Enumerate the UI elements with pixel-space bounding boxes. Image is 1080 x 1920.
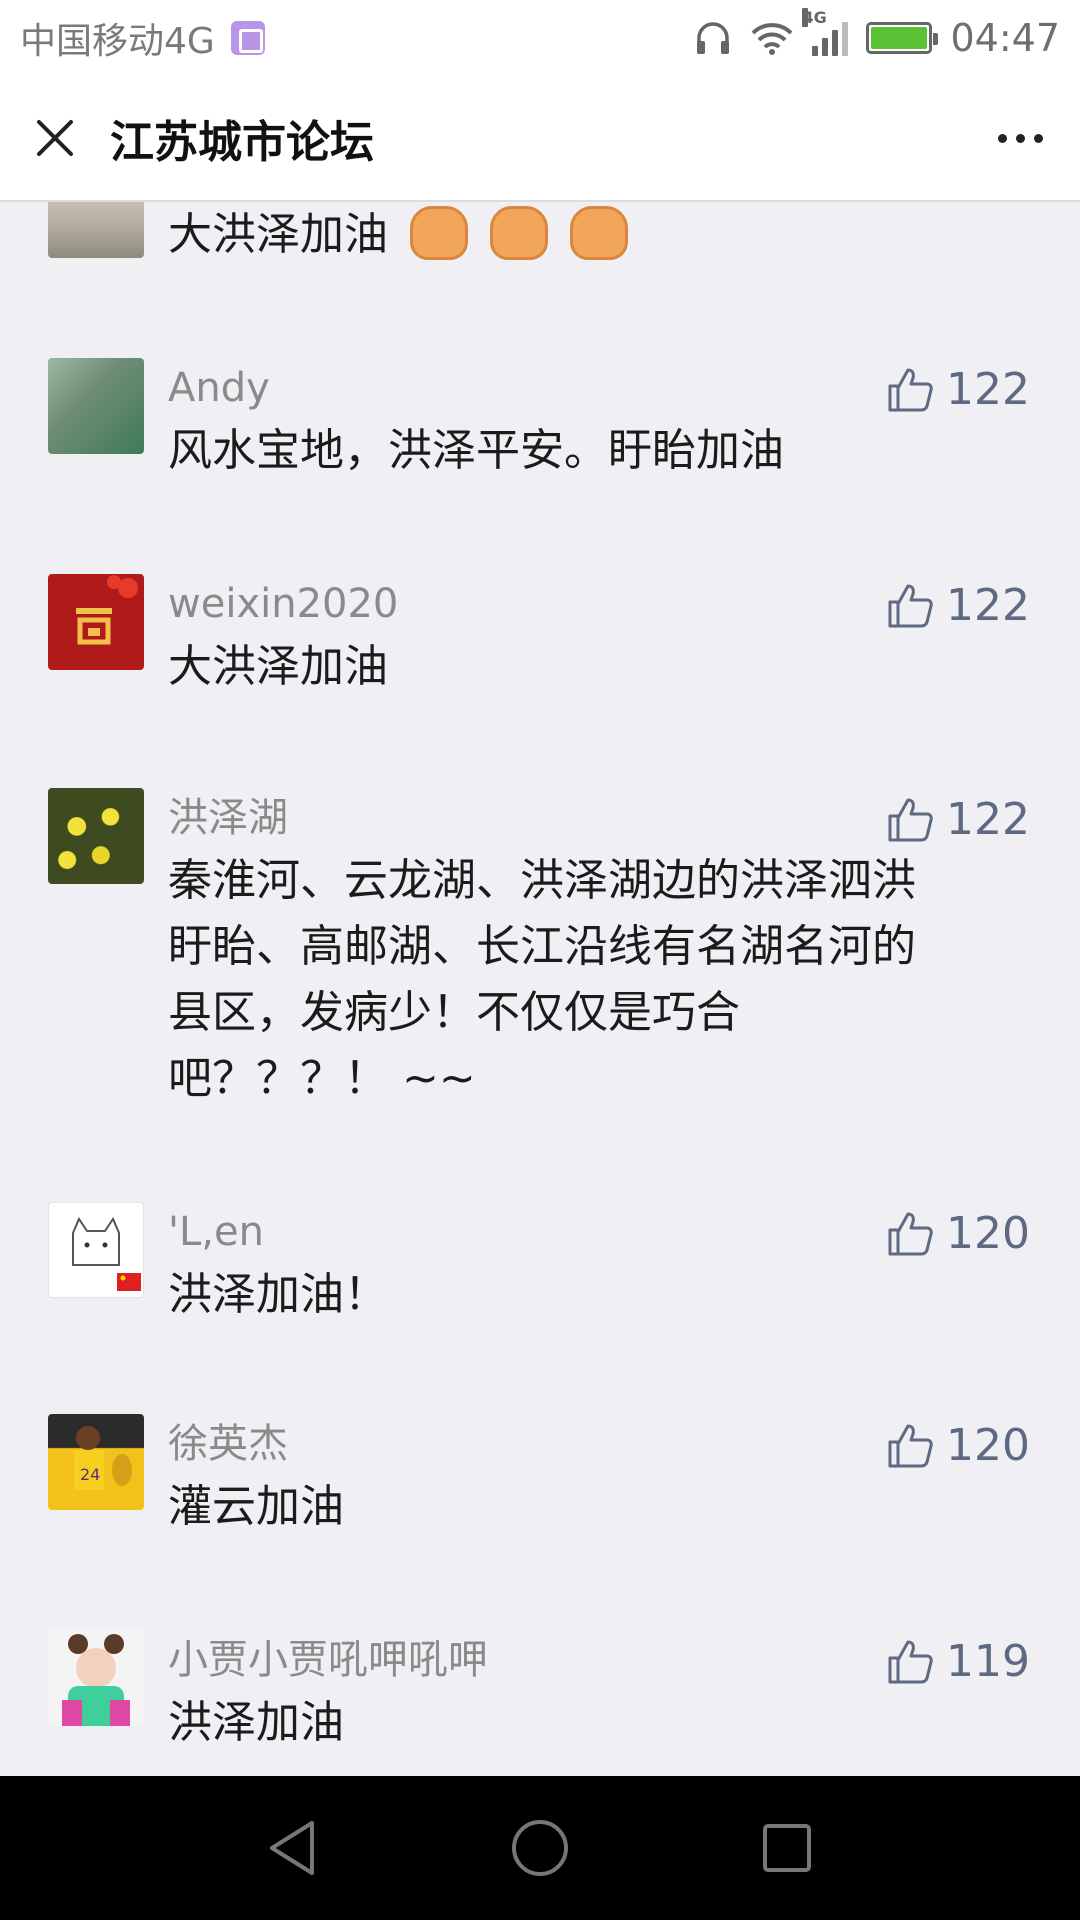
comment-text-line: 吧？？？！ ~~ <box>168 1053 476 1104</box>
like-count: 119 <box>946 1636 1030 1687</box>
more-dot-icon <box>1033 133 1043 143</box>
avatar[interactable] <box>48 1630 144 1726</box>
like-button[interactable]: 120 <box>886 1208 1030 1259</box>
signal-strength-icon: 4G <box>802 8 849 56</box>
home-circle-icon <box>511 1820 568 1876</box>
recents-button[interactable] <box>742 1803 832 1893</box>
comment-list[interactable]: 大洪泽加油 Andy 风水宝地，洪泽平安。盱眙加油 122 weixin2020… <box>0 202 1080 1776</box>
page-title: 江苏城市论坛 <box>110 117 374 168</box>
avatar[interactable] <box>48 358 144 454</box>
carrier-label: 中国移动4G <box>20 21 215 62</box>
close-icon <box>37 120 73 156</box>
comment-text-line: 盱眙、高邮湖、长江沿线有名湖名河的 <box>168 921 916 972</box>
like-count: 122 <box>946 364 1030 415</box>
thumbs-up-icon <box>888 584 933 627</box>
photo-notification-icon <box>230 21 265 55</box>
thumbs-up-icon <box>888 368 933 411</box>
comment-text-row: 大洪泽加油 <box>168 202 1028 268</box>
thumbs-up-icon <box>888 1424 933 1467</box>
more-options-button[interactable] <box>960 75 1080 201</box>
system-navigation-bar <box>0 1776 1080 1920</box>
back-button[interactable] <box>248 1803 338 1893</box>
like-count: 120 <box>946 1208 1030 1259</box>
more-dot-icon <box>997 133 1007 143</box>
avatar[interactable] <box>48 202 144 258</box>
thumbs-up-icon <box>888 798 933 841</box>
fist-emoji-icon <box>490 206 548 260</box>
headphones-icon <box>697 22 730 54</box>
like-button[interactable]: 122 <box>886 580 1030 631</box>
fist-emoji-icon <box>410 206 468 260</box>
comment-text: 大洪泽加油 <box>168 641 388 692</box>
network-type-badge: 4G <box>802 8 827 27</box>
thumbs-up-icon <box>888 1640 933 1683</box>
thumbs-up-icon <box>888 1212 933 1255</box>
avatar-image <box>76 575 138 645</box>
avatar-image <box>62 1634 130 1726</box>
app-header: 江苏城市论坛 <box>0 76 1080 202</box>
avatar[interactable]: 24 <box>48 1414 144 1510</box>
like-button[interactable]: 120 <box>886 1420 1030 1471</box>
comment-text: 秦淮河、云龙湖、洪泽湖边的洪泽泗洪 盱眙、高邮湖、长江沿线有名湖名河的 县区，发… <box>168 848 1028 1112</box>
comment-text-line: 秦淮河、云龙湖、洪泽湖边的洪泽泗洪 <box>168 855 916 906</box>
recents-square-icon <box>762 1824 811 1872</box>
fist-emoji-icon <box>570 206 628 260</box>
clock-time: 04:47 <box>950 16 1060 60</box>
battery-icon <box>866 22 939 54</box>
avatar[interactable] <box>48 574 144 670</box>
like-count: 122 <box>946 794 1030 845</box>
back-triangle-icon <box>270 1821 315 1875</box>
avatar-image <box>72 1216 141 1291</box>
comment-text-line: 县区，发病少！不仅仅是巧合 <box>168 987 740 1038</box>
comment-text: 灌云加油 <box>168 1481 344 1532</box>
more-dot-icon <box>1015 133 1025 143</box>
avatar-image: 24 <box>74 1426 132 1490</box>
like-button[interactable]: 122 <box>886 364 1030 415</box>
comment-text: 洪泽加油 <box>168 1697 344 1748</box>
home-button[interactable] <box>495 1803 585 1893</box>
comment-text: 洪泽加油！ <box>168 1269 388 1320</box>
status-bar: 中国移动4G 4G 04:47 <box>0 0 1080 76</box>
avatar[interactable] <box>48 1202 144 1298</box>
like-count: 120 <box>946 1420 1030 1471</box>
close-button[interactable] <box>0 75 110 201</box>
comment-text: 大洪泽加油 <box>168 209 388 260</box>
svg-text:24: 24 <box>80 1465 100 1484</box>
like-button[interactable]: 119 <box>886 1636 1030 1687</box>
avatar[interactable] <box>48 788 144 884</box>
wifi-icon <box>752 23 793 55</box>
like-count: 122 <box>946 580 1030 631</box>
comment-text: 风水宝地，洪泽平安。盱眙加油 <box>168 425 784 476</box>
like-button[interactable]: 122 <box>886 794 1030 845</box>
